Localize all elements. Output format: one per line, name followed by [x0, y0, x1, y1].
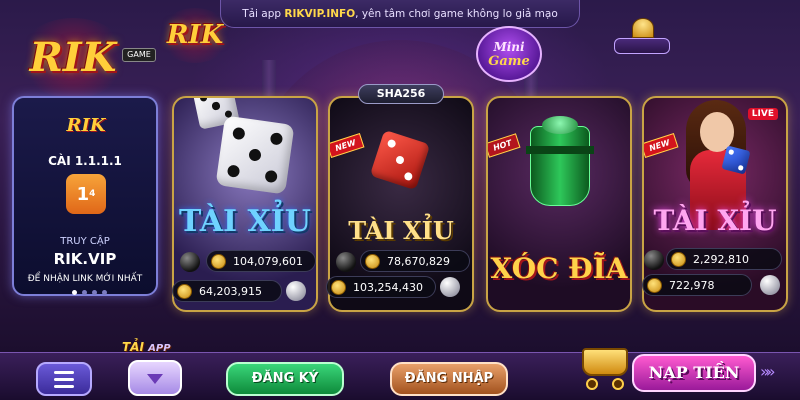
promo-title: CÀI 1.1.1.1 [48, 154, 122, 168]
bet-total-bottom: 722,978 [642, 274, 752, 296]
promo-line-2: RIK.VIP [53, 250, 117, 268]
stat-value: 64,203,915 [199, 284, 262, 298]
stat-value: 104,079,601 [233, 254, 303, 268]
bet-total-top: 104,079,601 [206, 250, 316, 272]
stat-value: 78,670,829 [387, 254, 450, 268]
black-ball-icon [180, 252, 200, 272]
cart-icon[interactable] [574, 338, 636, 392]
bet-total-bottom: 64,203,915 [172, 280, 282, 302]
rik-logo-main: RIK [18, 18, 128, 98]
new-ribbon: NEW [644, 132, 679, 159]
bet-total-bottom: 103,254,430 [326, 276, 436, 298]
game-badge: GAME [122, 48, 156, 62]
stat-value: 103,254,430 [353, 280, 423, 294]
mini-game-button[interactable]: Mini Game [476, 26, 542, 82]
bet-total-top: 78,670,829 [360, 250, 470, 272]
pagination-dot[interactable] [92, 290, 97, 295]
download-label: TẢI APP [122, 340, 171, 354]
coin-icon [177, 284, 192, 299]
pagination-dot[interactable] [72, 290, 77, 295]
white-ball-icon [760, 275, 780, 295]
pagination-dot[interactable] [102, 290, 107, 295]
arrows-icon: »» [760, 362, 775, 381]
coin-icon [647, 278, 662, 293]
castle-dome [632, 18, 654, 38]
game-title: TÀI XỈU [348, 216, 454, 245]
top-banner-text: Tải app RIKVIP.INFO, yên tâm chơi game k… [242, 8, 558, 20]
cup-icon [526, 116, 594, 212]
dns-sup: 4 [89, 189, 96, 199]
banner-suffix: , yên tâm chơi game không lo giả mạo [355, 7, 558, 20]
coin-icon [211, 254, 226, 269]
banner-prefix: Tải app [242, 7, 285, 20]
register-button[interactable]: ĐĂNG KÝ [226, 362, 344, 396]
menu-icon [54, 370, 74, 374]
top-banner: Tải app RIKVIP.INFO, yên tâm chơi game k… [220, 0, 580, 28]
coin-icon [331, 280, 346, 295]
black-ball-icon [644, 250, 664, 270]
download-icon [147, 374, 163, 384]
white-ball-icon [286, 281, 306, 301]
dns-app-icon: 14 [66, 174, 106, 214]
dice-icon [215, 115, 295, 195]
white-ball-icon [440, 277, 460, 297]
dice-icon [369, 129, 431, 191]
download-app-button[interactable] [128, 360, 182, 396]
mini-game-label-1: Mini [493, 39, 525, 54]
black-ball-icon [336, 252, 356, 272]
promo-panel[interactable]: RIK CÀI 1.1.1.1 14 TRUY CẬP RIK.VIP ĐỂ N… [12, 96, 158, 296]
castle-base [614, 38, 670, 54]
game-lobby: Tải app RIKVIP.INFO, yên tâm chơi game k… [0, 0, 800, 400]
promo-pagination[interactable] [72, 290, 107, 295]
dns-main: 1 [76, 183, 90, 205]
download-app-text: APP [148, 343, 171, 354]
login-button[interactable]: ĐĂNG NHẬP [390, 362, 508, 396]
pagination-dot[interactable] [82, 290, 87, 295]
new-ribbon: NEW [330, 132, 365, 159]
game-title: TÀI XỈU [653, 204, 777, 237]
stat-value: 722,978 [669, 278, 715, 292]
sha256-badge: SHA256 [358, 84, 444, 104]
menu-button[interactable] [36, 362, 92, 396]
bet-total-top: 2,292,810 [666, 248, 782, 270]
castle-event-icon[interactable] [614, 18, 670, 56]
promo-line-1: TRUY CẬP [60, 236, 110, 247]
promo-line-3: ĐỂ NHẬN LINK MỚI NHẤT [27, 274, 143, 284]
download-label-text: TẢI [122, 340, 144, 354]
game-title: TÀI XỈU [179, 204, 311, 239]
coin-icon [365, 254, 380, 269]
rik-logo-secondary: RIK [160, 8, 230, 63]
promo-logo: RIK [66, 115, 106, 136]
banner-site-link[interactable]: RIKVIP.INFO [284, 8, 355, 20]
deposit-button[interactable]: NẠP TIỀN [632, 354, 756, 392]
hot-ribbon: HOT [488, 133, 521, 158]
mini-game-label-2: Game [488, 53, 530, 69]
stat-value: 2,292,810 [693, 252, 749, 266]
coin-icon [671, 252, 686, 267]
game-title: XÓC ĐĨA [490, 252, 628, 285]
